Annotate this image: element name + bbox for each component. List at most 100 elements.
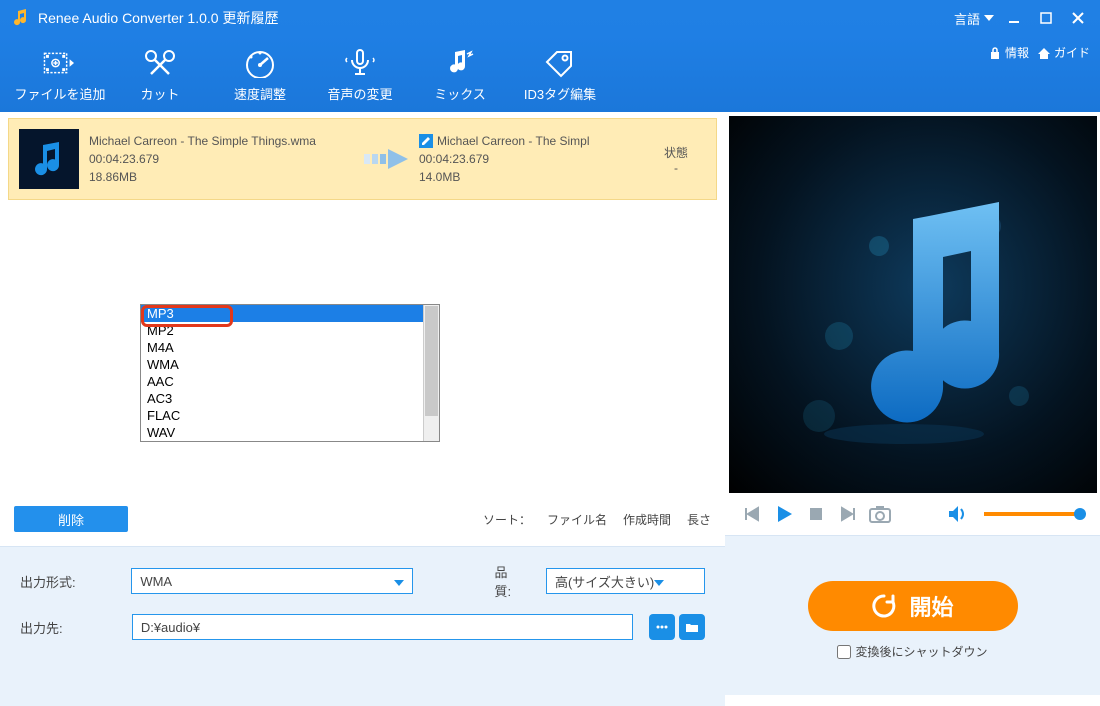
toolbar-label: 速度調整 [234, 84, 286, 103]
snapshot-button[interactable] [869, 503, 891, 525]
sort-label: ソート： [483, 511, 531, 528]
maximize-button[interactable] [1030, 0, 1062, 36]
right-pane: 開始 変換後にシャットダウン [725, 112, 1100, 706]
sort-created[interactable]: 作成時間 [623, 511, 671, 528]
language-label: 言語 [954, 9, 980, 28]
id3-edit-button[interactable]: ID3タグ編集 [510, 36, 610, 112]
mix-note-icon [443, 46, 477, 80]
guide-link[interactable]: ガイド [1037, 44, 1090, 61]
home-icon [1037, 46, 1051, 60]
close-button[interactable] [1062, 0, 1094, 36]
toolbar-label: ファイルを追加 [14, 84, 105, 103]
titlebar: Renee Audio Converter 1.0.0 更新履歴 言語 [0, 0, 1100, 36]
dest-input[interactable]: D:¥audio¥ [132, 614, 633, 640]
toolbar-label: ミックス [434, 84, 486, 103]
sort-filename[interactable]: ファイル名 [547, 511, 607, 528]
output-settings: 出力形式: WMA 品質: 高(サイズ大きい) 出力先: D:¥audio¥ [0, 546, 725, 706]
guide-label: ガイド [1054, 44, 1090, 61]
next-button[interactable] [837, 503, 859, 525]
info-link[interactable]: 情報 [988, 44, 1029, 61]
play-button[interactable] [773, 503, 795, 525]
volume-icon[interactable] [946, 503, 968, 525]
start-button[interactable]: 開始 [808, 581, 1018, 631]
status-label: 状態 [646, 144, 706, 161]
format-option-mp2[interactable]: MP2 [141, 322, 439, 339]
sort-row: ソート： ファイル名 作成時間 長さ [483, 511, 711, 528]
list-actions: 削除 ソート： ファイル名 作成時間 長さ [0, 492, 725, 546]
format-option-wma[interactable]: WMA [141, 356, 439, 373]
toolbar-label: カット [140, 84, 179, 103]
preview-area [729, 116, 1097, 493]
gauge-icon [243, 46, 277, 80]
quality-label: 品質: [495, 562, 524, 600]
right-bottom-panel: 開始 変換後にシャットダウン [725, 535, 1100, 695]
file-list: Michael Carreon - The Simple Things.wma … [0, 112, 725, 200]
content: Michael Carreon - The Simple Things.wma … [0, 112, 1100, 706]
chevron-down-icon [394, 574, 404, 589]
speed-button[interactable]: 速度調整 [210, 36, 310, 112]
source-file-info: Michael Carreon - The Simple Things.wma … [89, 132, 359, 186]
dropdown-scrollbar[interactable] [423, 305, 439, 441]
player-controls [725, 493, 1100, 535]
format-option-aac[interactable]: AAC [141, 373, 439, 390]
quality-value: 高(サイズ大きい) [555, 572, 654, 591]
language-selector[interactable]: 言語 [954, 9, 994, 28]
scissors-icon [143, 46, 177, 80]
toolbar: ファイルを追加 カット 速度調整 音声の変更 ミックス ID3タグ編集 情報 [0, 36, 1100, 112]
source-file-duration: 00:04:23.679 [89, 150, 359, 168]
app-title: Renee Audio Converter 1.0.0 更新履歴 [38, 8, 278, 28]
format-option-ac3[interactable]: AC3 [141, 390, 439, 407]
format-label: 出力形式: [20, 572, 119, 591]
sort-length[interactable]: 長さ [687, 511, 711, 528]
toolbar-label: 音声の変更 [327, 84, 392, 103]
shutdown-checkbox[interactable]: 変換後にシャットダウン [837, 643, 987, 660]
tag-icon [543, 46, 577, 80]
chevron-down-icon [654, 574, 664, 589]
add-file-button[interactable]: ファイルを追加 [10, 36, 110, 112]
source-file-size: 18.86MB [89, 168, 359, 186]
output-file-name: Michael Carreon - The Simpl [437, 132, 590, 150]
format-option-m4a[interactable]: M4A [141, 339, 439, 356]
file-row[interactable]: Michael Carreon - The Simple Things.wma … [8, 118, 717, 200]
lock-icon [988, 46, 1002, 60]
volume-slider[interactable] [984, 512, 1084, 516]
quality-select[interactable]: 高(サイズ大きい) [546, 568, 705, 594]
top-links: 情報 ガイド [988, 36, 1090, 112]
left-pane: Michael Carreon - The Simple Things.wma … [0, 112, 725, 706]
start-label: 開始 [909, 590, 953, 622]
minimize-button[interactable] [998, 0, 1030, 36]
delete-label: 削除 [58, 510, 84, 529]
previous-button[interactable] [741, 503, 763, 525]
cut-button[interactable]: カット [110, 36, 210, 112]
format-dropdown-list: MP3 MP2 M4A WMA AAC AC3 FLAC WAV [140, 304, 440, 442]
mix-button[interactable]: ミックス [410, 36, 510, 112]
format-value: WMA [140, 574, 172, 589]
dest-label: 出力先: [20, 618, 120, 637]
source-file-name: Michael Carreon - The Simple Things.wma [89, 132, 359, 150]
dest-more-button[interactable] [649, 614, 675, 640]
edit-icon[interactable] [419, 134, 433, 148]
app-icon [10, 8, 30, 28]
info-label: 情報 [1005, 44, 1029, 61]
output-file-info: Michael Carreon - The Simpl 00:04:23.679… [419, 132, 646, 186]
shutdown-checkbox-input[interactable] [837, 645, 851, 659]
format-option-mp3[interactable]: MP3 [141, 305, 439, 322]
toolbar-label: ID3タグ編集 [524, 84, 596, 103]
output-file-duration: 00:04:23.679 [419, 150, 646, 168]
file-thumbnail [19, 129, 79, 189]
status-value: - [646, 161, 706, 175]
file-status: 状態 - [646, 144, 706, 175]
format-option-wav[interactable]: WAV [141, 424, 439, 441]
stop-button[interactable] [805, 503, 827, 525]
refresh-icon [871, 593, 897, 619]
arrow-icon [359, 144, 419, 174]
folder-icon [685, 620, 699, 634]
voice-change-button[interactable]: 音声の変更 [310, 36, 410, 112]
dest-open-folder-button[interactable] [679, 614, 705, 640]
output-file-size: 14.0MB [419, 168, 646, 186]
dest-value: D:¥audio¥ [141, 620, 200, 635]
format-option-flac[interactable]: FLAC [141, 407, 439, 424]
format-select[interactable]: WMA [131, 568, 412, 594]
delete-button[interactable]: 削除 [14, 506, 128, 532]
film-add-icon [43, 46, 77, 80]
